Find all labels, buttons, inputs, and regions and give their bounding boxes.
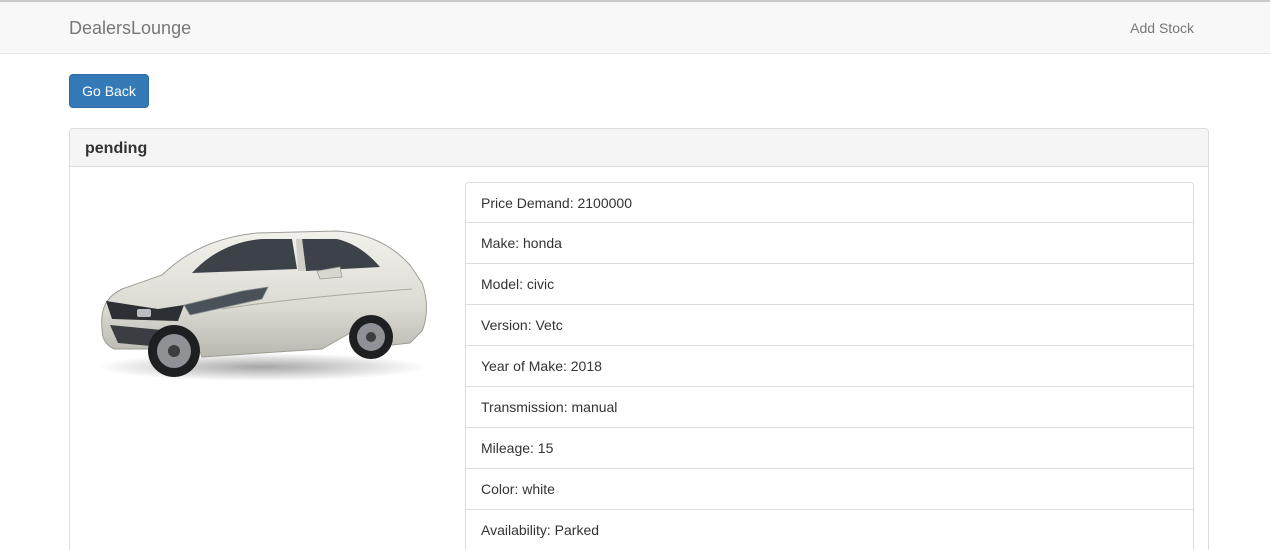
detail-mileage: Mileage: 15 [465, 428, 1194, 469]
car-details-list: Price Demand: 2100000 Make: honda Model:… [465, 182, 1194, 550]
detail-price-demand: Price Demand: 2100000 [465, 182, 1194, 223]
status-title: pending [85, 140, 148, 157]
brand-link[interactable]: DealersLounge [69, 18, 191, 39]
detail-transmission: Transmission: manual [465, 387, 1194, 428]
detail-make: Make: honda [465, 223, 1194, 264]
add-stock-link[interactable]: Add Stock [1130, 20, 1194, 36]
panel-heading: pending [70, 129, 1208, 167]
go-back-button[interactable]: Go Back [69, 74, 149, 108]
detail-year-of-make: Year of Make: 2018 [465, 346, 1194, 387]
car-detail-panel: pending Price Demand: 2100000 Make: hond… [69, 128, 1209, 550]
car-image [97, 230, 427, 381]
detail-availability: Availability: Parked [465, 510, 1194, 550]
detail-model: Model: civic [465, 264, 1194, 305]
detail-version: Version: Vetc [465, 305, 1194, 346]
detail-color: Color: white [465, 469, 1194, 510]
navbar: DealersLounge Add Stock [0, 0, 1270, 54]
